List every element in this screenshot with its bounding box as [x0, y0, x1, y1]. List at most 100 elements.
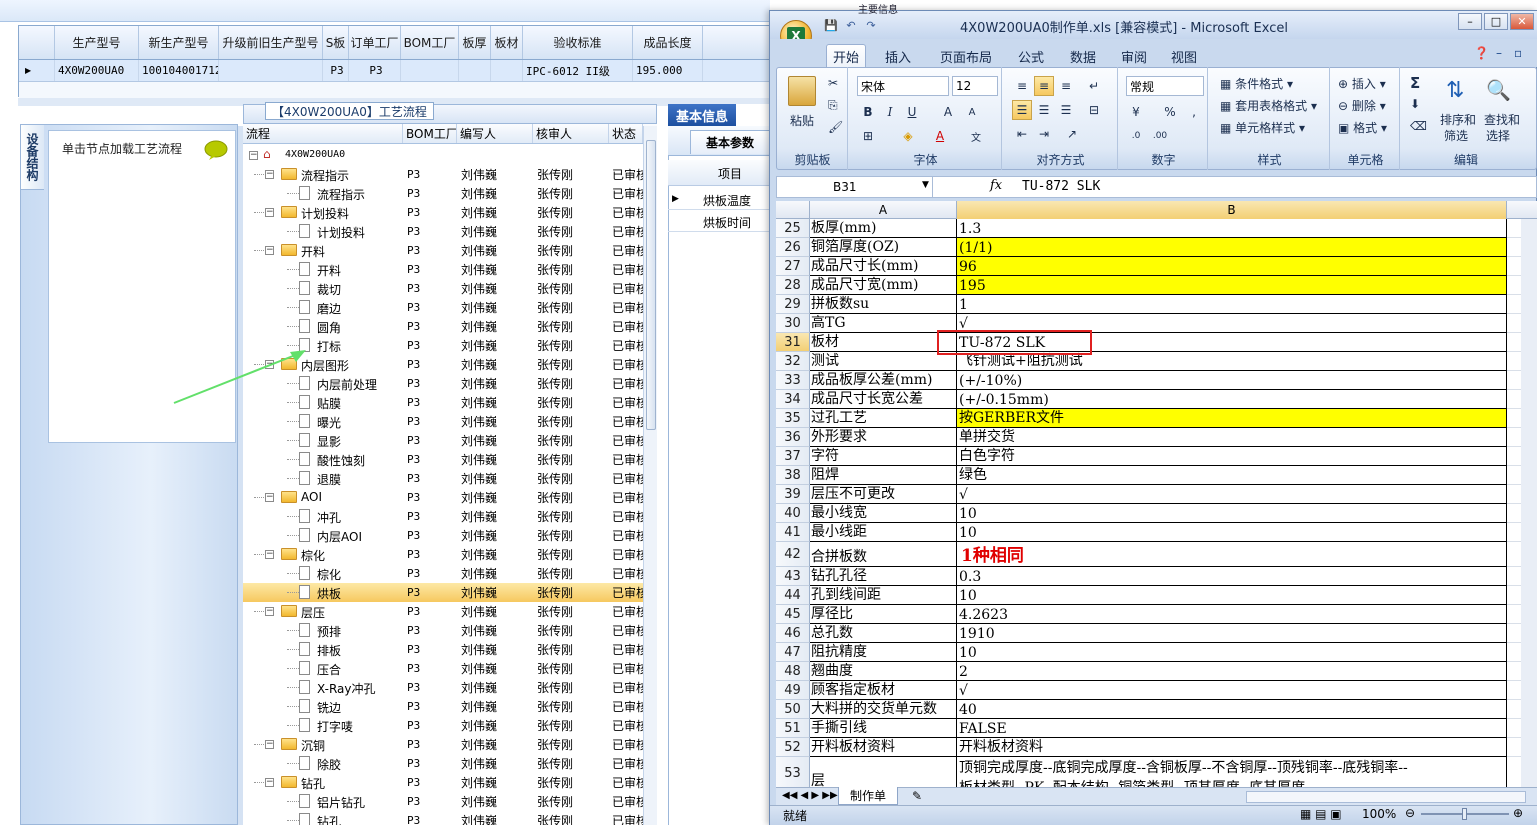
cell-b[interactable]: 40	[957, 700, 1507, 719]
tree-row[interactable]: 圆角 P3 刘伟巍 张传刚 已审核	[243, 317, 643, 336]
sheet-row[interactable]: 25 板厚(mm) 1.3	[776, 219, 1537, 238]
cell-b[interactable]: 0.3	[957, 567, 1507, 586]
grid-cell[interactable]	[459, 60, 491, 81]
tree-node[interactable]: − AOI	[243, 488, 403, 507]
cell-b[interactable]: 按GERBER文件	[957, 409, 1507, 428]
tree-column-header[interactable]: 状态	[609, 124, 643, 143]
sheet-row[interactable]: 30 高TG √	[776, 314, 1537, 333]
tree-node[interactable]: − 计划投料	[243, 203, 403, 222]
align-middle-icon[interactable]: ≡	[1034, 76, 1054, 96]
tree-node[interactable]: − 沉铜	[243, 735, 403, 754]
row-header[interactable]: 42	[776, 542, 810, 567]
grow-font-icon[interactable]: A	[938, 102, 958, 122]
collapse-icon[interactable]: −	[265, 778, 274, 787]
cell-b[interactable]: (1/1)	[957, 238, 1507, 257]
cell-a[interactable]: 层压不可更改	[810, 485, 957, 504]
delete-cells-button[interactable]: ⊖ 删除 ▾	[1338, 97, 1386, 114]
tree-row[interactable]: 磨边 P3 刘伟巍 张传刚 已审核	[243, 298, 643, 317]
row-header[interactable]: 30	[776, 314, 810, 333]
grid-cell[interactable]	[491, 60, 523, 81]
grid-column-header[interactable]: BOM工厂	[401, 26, 459, 59]
row-header[interactable]: 45	[776, 605, 810, 624]
row-header[interactable]: 28	[776, 276, 810, 295]
cell-b[interactable]: 1910	[957, 624, 1507, 643]
sheet-nav-icon[interactable]: ◀◀ ◀ ▶ ▶▶	[782, 790, 838, 801]
tree-node[interactable]: − 钻孔	[243, 773, 403, 792]
sheet-row[interactable]: 26 铜箔厚度(OZ) (1/1)	[776, 238, 1537, 257]
scrollbar-thumb[interactable]	[646, 140, 656, 430]
tree-node[interactable]: 铝片钻孔	[243, 792, 403, 811]
sheet-row[interactable]: 53 层顶铜完成厚度--底铜完成厚度--含铜板厚--不含铜厚--顶残铜率--底残铜…	[776, 757, 1537, 787]
cell-style-button[interactable]: ▦ 单元格样式 ▾	[1220, 119, 1305, 136]
grid-cell[interactable]	[219, 60, 323, 81]
tree-node[interactable]: 钻孔	[243, 811, 403, 825]
cell-a[interactable]: 外形要求	[810, 428, 957, 447]
row-header[interactable]: 49	[776, 681, 810, 700]
cell-b[interactable]: (+/-0.15mm)	[957, 390, 1507, 409]
cell-a[interactable]: 成品尺寸长宽公差	[810, 390, 957, 409]
collapse-icon[interactable]: −	[265, 170, 274, 179]
cell-a[interactable]: 阻抗精度	[810, 643, 957, 662]
tab-basic-info[interactable]: 基本信息	[668, 104, 736, 126]
tree-node[interactable]: − 棕化	[243, 545, 403, 564]
minimize-button[interactable]: –	[1458, 13, 1482, 30]
cell-a[interactable]: 阻焊	[810, 466, 957, 485]
sheet-row[interactable]: 29 拼板数su 1	[776, 295, 1537, 314]
tree-row[interactable]: 排板 P3 刘伟巍 张传刚 已审核	[243, 640, 643, 659]
increase-decimal-icon[interactable]: .0	[1126, 126, 1146, 146]
tree-node[interactable]: 开料	[243, 260, 403, 279]
grid-column-header[interactable]: 验收标准	[523, 26, 633, 59]
cell-a[interactable]: 测试	[810, 352, 957, 371]
cell-b[interactable]: 2	[957, 662, 1507, 681]
row-header[interactable]: 48	[776, 662, 810, 681]
cell-b[interactable]: 10	[957, 643, 1507, 662]
sheet-row[interactable]: 40 最小线宽 10	[776, 504, 1537, 523]
cell-b[interactable]: 绿色	[957, 466, 1507, 485]
cell-a[interactable]: 层	[810, 757, 957, 787]
clear-icon[interactable]: ⌫	[1410, 119, 1427, 133]
column-header-a[interactable]: A	[810, 201, 957, 219]
tree-row[interactable]: 曝光 P3 刘伟巍 张传刚 已审核	[243, 412, 643, 431]
cell-a[interactable]: 拼板数su	[810, 295, 957, 314]
grid-cell[interactable]: 4X0W200UA0	[55, 60, 139, 81]
tree-row[interactable]: 内层AOI P3 刘伟巍 张传刚 已审核	[243, 526, 643, 545]
cell-b[interactable]: 10	[957, 504, 1507, 523]
row-header[interactable]: 43	[776, 567, 810, 586]
cell-b[interactable]: 1	[957, 295, 1507, 314]
insert-sheet-icon[interactable]: ✎	[912, 789, 922, 803]
tree-row[interactable]: 冲孔 P3 刘伟巍 张传刚 已审核	[243, 507, 643, 526]
row-header[interactable]: 38	[776, 466, 810, 485]
cell-a[interactable]: 铜箔厚度(OZ)	[810, 238, 957, 257]
tree-node[interactable]: 内层AOI	[243, 526, 403, 545]
format-cells-button[interactable]: ▣ 格式 ▾	[1338, 119, 1387, 136]
cell-a[interactable]: 手撕引线	[810, 719, 957, 738]
cell-b[interactable]: 1.3	[957, 219, 1507, 238]
row-header[interactable]: 36	[776, 428, 810, 447]
sheet-row[interactable]: 41 最小线距 10	[776, 523, 1537, 542]
row-header[interactable]: 26	[776, 238, 810, 257]
sheet-row[interactable]: 28 成品尺寸宽(mm) 195	[776, 276, 1537, 295]
collapse-icon[interactable]: −	[249, 151, 258, 160]
sheet-row[interactable]: 43 钻孔孔径 0.3	[776, 567, 1537, 586]
grid-cell[interactable]: P3	[349, 60, 401, 81]
close-button[interactable]: ✕	[1510, 13, 1534, 30]
cell-b[interactable]: FALSE	[957, 719, 1507, 738]
product-grid-row[interactable]: ▶4X0W200UA010010400171233 P3P3 IPC-6012 II…	[19, 60, 769, 82]
ribbon-tab[interactable]: 公式	[1012, 47, 1050, 66]
shrink-font-icon[interactable]: A	[962, 102, 982, 122]
ribbon-tab[interactable]: 插入	[876, 47, 920, 66]
row-header[interactable]: 50	[776, 700, 810, 719]
row-header[interactable]: 41	[776, 523, 810, 542]
cell-b[interactable]: 10	[957, 523, 1507, 542]
sheet-row[interactable]: 31 板材 TU-872 SLK	[776, 333, 1537, 352]
process-tree-scrollbar[interactable]	[643, 126, 657, 825]
sheet-row[interactable]: 32 测试 飞针测试+阻抗测试	[776, 352, 1537, 371]
sheet-row[interactable]: 52 开料板材资料 开料板材资料	[776, 738, 1537, 757]
grid-column-header[interactable]: 订单工厂	[349, 26, 401, 59]
row-header[interactable]: 29	[776, 295, 810, 314]
wrap-text-icon[interactable]: ↵	[1084, 76, 1104, 96]
tree-column-header[interactable]: 核审人	[533, 124, 609, 143]
tree-row[interactable]: 压合 P3 刘伟巍 张传刚 已审核	[243, 659, 643, 678]
sheet-row[interactable]: 50 大料拼的交货单元数 40	[776, 700, 1537, 719]
font-color-icon[interactable]: A	[930, 126, 950, 146]
